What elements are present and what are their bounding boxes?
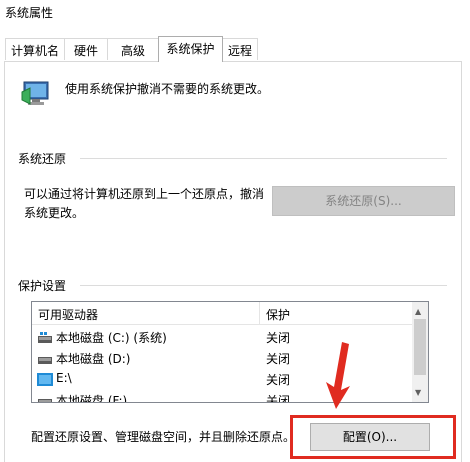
- tab-advanced[interactable]: 高级: [107, 38, 159, 60]
- column-header-drive[interactable]: 可用驱动器: [38, 306, 98, 323]
- scroll-up-icon[interactable]: ▲: [415, 307, 421, 316]
- drive-icon: [38, 399, 52, 402]
- tab-hardware[interactable]: 硬件: [64, 38, 108, 60]
- system-restore-title: 系统还原: [18, 152, 67, 166]
- drive-name: 本地磁盘 (D:): [56, 352, 131, 366]
- drive-name: 本地磁盘 (C:) (系统): [56, 331, 167, 345]
- system-drive-icon: [38, 332, 52, 343]
- drive-protection: 关闭: [266, 373, 291, 387]
- drive-name: 本地磁盘 (F:): [56, 394, 128, 403]
- tab-label: 计算机名: [10, 44, 59, 58]
- drive-protection: 关闭: [266, 394, 291, 403]
- drive-protection: 关闭: [266, 352, 291, 366]
- tab-label: 高级: [120, 44, 145, 58]
- section-divider: [80, 158, 447, 159]
- scroll-thumb[interactable]: [414, 319, 426, 375]
- button-label: 配置(O)...: [342, 430, 398, 444]
- drive-name: E:\: [56, 371, 72, 385]
- tab-label: 远程: [227, 44, 252, 58]
- drive-protection: 关闭: [266, 331, 291, 345]
- column-header-protection[interactable]: 保护: [266, 306, 290, 323]
- configure-description: 配置还原设置、管理磁盘空间，并且删除还原点。: [31, 430, 296, 444]
- list-header: 可用驱动器 保护: [32, 302, 412, 325]
- system-restore-description: 可以通过将计算机还原到上一个还原点，撤消系统更改。: [24, 187, 265, 220]
- protection-settings-title: 保护设置: [18, 279, 67, 293]
- button-label: 系统还原(S)...: [325, 194, 402, 208]
- tab-remote[interactable]: 远程: [222, 38, 258, 60]
- vertical-scrollbar[interactable]: ▲ ▼: [412, 302, 428, 402]
- system-restore-button[interactable]: 系统还原(S)...: [272, 186, 455, 216]
- tab-strip: 计算机名 硬件 高级 系统保护 远程: [0, 28, 470, 62]
- tab-label: 系统保护: [166, 42, 215, 56]
- pointer-arrow-icon: [326, 342, 350, 409]
- drive-icon: [38, 357, 52, 364]
- window-title: 系统属性: [5, 6, 54, 20]
- section-divider: [80, 285, 447, 286]
- drives-list[interactable]: 可用驱动器 保护 本地磁盘 (C:) (系统) 关闭 本地磁盘 (D:) 关闭 …: [31, 301, 429, 403]
- scroll-down-icon[interactable]: ▼: [415, 388, 421, 397]
- system-protection-shield-icon: [21, 81, 49, 105]
- configure-button[interactable]: 配置(O)...: [310, 423, 430, 451]
- tab-label: 硬件: [73, 44, 98, 58]
- title-bar: 系统属性: [0, 0, 470, 28]
- tab-system-protection[interactable]: 系统保护: [158, 36, 223, 62]
- tab-computer-name[interactable]: 计算机名: [5, 38, 65, 60]
- removable-drive-icon: [37, 373, 53, 386]
- column-separator: [259, 302, 260, 324]
- intro-text: 使用系统保护撤消不需要的系统更改。: [65, 82, 270, 96]
